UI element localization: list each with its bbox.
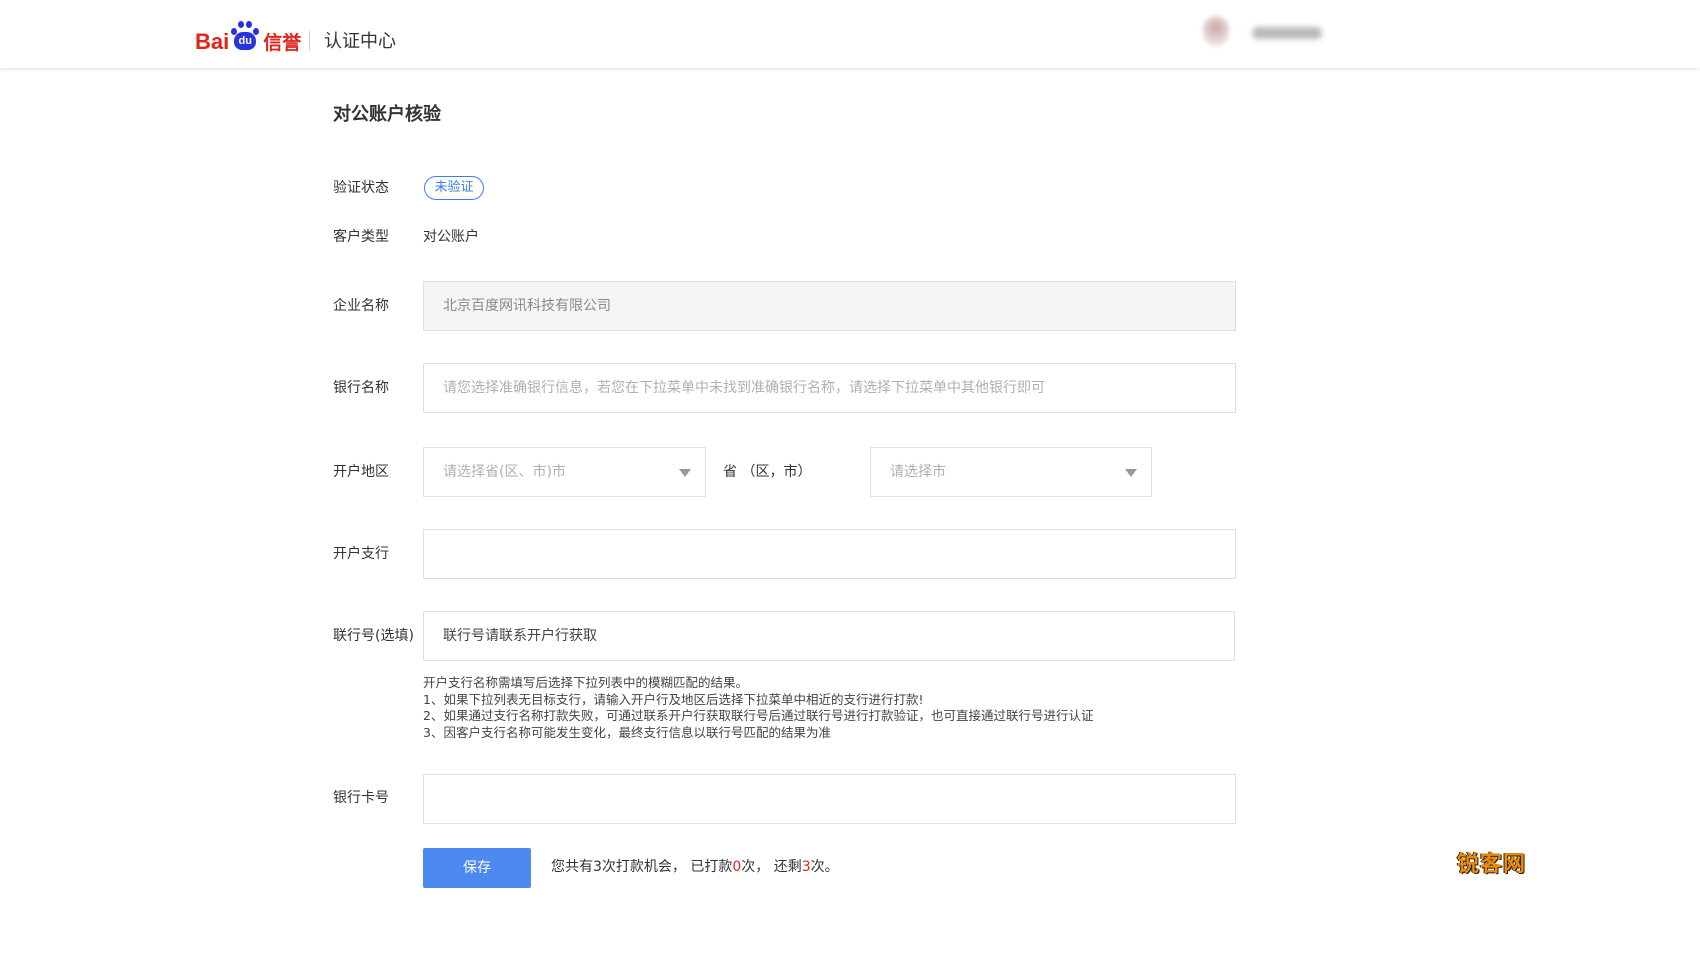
baidu-xinyu-logo[interactable]: Bai du 信誉: [195, 17, 301, 53]
save-button[interactable]: 保存: [423, 848, 531, 888]
customer-type-label: 客户类型: [333, 229, 389, 245]
chances-used: 0: [732, 859, 742, 875]
status-label: 验证状态: [333, 180, 389, 196]
help-line: 2、如果通过支行名称打款失败，可通过联系开户行获取联行号后通过联行号进行打款验证…: [423, 708, 1094, 723]
logo-text-bai: Bai: [195, 29, 230, 54]
union-no-input[interactable]: 联行号请联系开户行获取: [423, 611, 1235, 661]
customer-type-value: 对公账户: [423, 229, 479, 245]
baidu-paw-icon: du: [230, 19, 260, 53]
bank-name-placeholder: 请您选择准确银行信息，若您在下拉菜单中未找到准确银行名称，请选择下拉菜单中其他银…: [443, 380, 1045, 396]
user-avatar[interactable]: [1203, 16, 1229, 46]
city-placeholder: 请选择市: [890, 464, 946, 480]
branch-label: 开户支行: [333, 546, 389, 562]
help-line: 1、如果下拉列表无目标支行，请输入开户行及地区后选择下拉菜单中相近的支行进行打款…: [423, 691, 924, 707]
union-no-value: 联行号请联系开户行获取: [443, 628, 597, 644]
city-select[interactable]: 请选择市: [870, 447, 1152, 497]
chevron-down-icon: [679, 469, 691, 477]
chances-mid: 次， 还剩: [741, 859, 802, 875]
logo-text-du: du: [234, 32, 257, 50]
union-no-label: 联行号(选填): [333, 628, 414, 644]
province-select[interactable]: 请选择省(区、市)市: [423, 447, 706, 497]
bank-name-input[interactable]: 请您选择准确银行信息，若您在下拉菜单中未找到准确银行名称，请选择下拉菜单中其他银…: [423, 363, 1236, 413]
chances-prefix: 您共有3次打款机会， 已打款: [551, 859, 733, 875]
username-blurred[interactable]: [1252, 27, 1322, 39]
province-unit-label: 省 （区，市）: [723, 464, 812, 480]
logo-text-xinyu: 信誉: [263, 32, 302, 54]
chevron-down-icon: [1125, 469, 1137, 477]
chances-suffix: 次。: [810, 859, 839, 875]
bank-name-label: 银行名称: [333, 380, 389, 396]
help-line: 开户支行名称需填写后选择下拉列表中的模糊匹配的结果。: [423, 675, 749, 690]
chances-remaining: 3: [801, 859, 811, 875]
payment-chances-text: 您共有3次打款机会， 已打款0次， 还剩3次。: [551, 857, 839, 877]
card-number-label: 银行卡号: [333, 790, 389, 806]
watermark-logo: 锐客网: [1457, 852, 1527, 877]
company-name-field: 北京百度网讯科技有限公司: [423, 281, 1236, 331]
status-badge: 未验证: [424, 176, 484, 200]
card-number-input[interactable]: [423, 774, 1236, 824]
region-label: 开户地区: [333, 464, 389, 480]
company-name-label: 企业名称: [333, 298, 389, 314]
header-divider: [309, 31, 310, 51]
branch-input[interactable]: [423, 529, 1236, 579]
help-line: 3、因客户支行名称可能发生变化，最终支行信息以联行号匹配的结果为准: [423, 724, 831, 740]
page-title: 对公账户核验: [333, 104, 441, 125]
site-name[interactable]: 认证中心: [324, 30, 396, 54]
top-header: Bai du 信誉 认证中心: [0, 0, 1700, 68]
company-name-value: 北京百度网讯科技有限公司: [443, 298, 611, 314]
help-text: 开户支行名称需填写后选择下拉列表中的模糊匹配的结果。 1、如果下拉列表无目标支行…: [423, 675, 1093, 741]
province-placeholder: 请选择省(区、市)市: [443, 464, 566, 480]
